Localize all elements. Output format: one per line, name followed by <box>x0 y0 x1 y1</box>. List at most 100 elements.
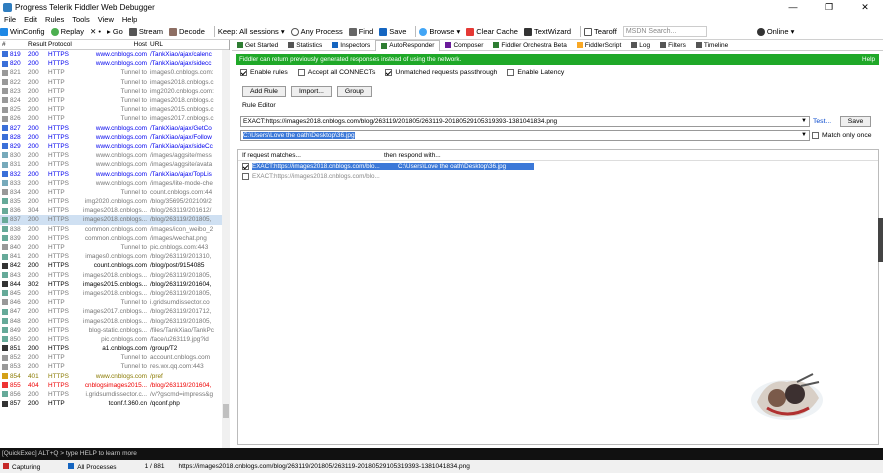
group-button[interactable]: Group <box>336 86 372 97</box>
add-rule-button[interactable]: Add Rule <box>242 86 286 97</box>
online-button[interactable]: Online ▾ <box>756 27 794 36</box>
tab-filters[interactable]: Filters <box>655 40 691 51</box>
session-row[interactable]: 843 200 HTTPS images2018.cnblogs.../blog/26… <box>0 271 229 280</box>
maximize-button[interactable]: ❐ <box>811 0 847 14</box>
capturing-indicator[interactable]: Capturing <box>3 462 54 471</box>
import-button[interactable]: Import... <box>290 86 332 97</box>
option-checkbox[interactable]: Unmatched requests passthrough <box>385 69 497 76</box>
help-link[interactable]: Help <box>862 54 875 65</box>
session-row[interactable]: 855 404 HTTPS cnblogsimages2015.../blog/263… <box>0 381 229 390</box>
header-match[interactable]: If request matches... <box>238 152 384 159</box>
tab-composer[interactable]: Composer <box>440 40 488 51</box>
tab-inspectors[interactable]: Inspectors <box>327 40 375 51</box>
session-row[interactable]: 824 200 HTTP Tunnel to images2018.cnblogs.c <box>0 96 229 105</box>
option-checkbox[interactable]: Enable Latency <box>507 69 564 76</box>
col-header-result[interactable]: Result <box>28 41 48 48</box>
session-row[interactable]: 847 200 HTTPS images2017.cnblogs.../blog/26… <box>0 307 229 316</box>
session-row[interactable]: 830 200 HTTPS www.cnblogs.com/images/aggsit… <box>0 151 229 160</box>
tab-timeline[interactable]: Timeline <box>691 40 733 51</box>
session-row[interactable]: 825 200 HTTP Tunnel to images2015.cnblogs.c <box>0 105 229 114</box>
session-row[interactable]: 822 200 HTTP Tunnel to images2018.cnblogs.c <box>0 78 229 87</box>
session-row[interactable]: 845 200 HTTPS images2018.cnblogs.../blog/26… <box>0 289 229 298</box>
match-only-once-checkbox[interactable]: Match only once <box>812 132 872 139</box>
tab-statistics[interactable]: Statistics <box>283 40 327 51</box>
session-row[interactable]: 850 200 HTTPS pic.cnblogs.com/face/u263119.… <box>0 335 229 344</box>
session-row[interactable]: 856 200 HTTPS i.gridsumdissector.c.../v/?gs… <box>0 390 229 399</box>
test-link[interactable]: Test... <box>813 118 831 125</box>
session-row[interactable]: 841 200 HTTPS images0.cnblogs.com/blog/2631… <box>0 252 229 261</box>
col-header-url[interactable]: URL <box>150 41 220 48</box>
session-row[interactable]: 844 302 HTTPS images2015.cnblogs.../blog/26… <box>0 280 229 289</box>
menu-rules[interactable]: Rules <box>45 15 64 24</box>
find-button[interactable]: Find <box>348 27 373 36</box>
textwizard-button[interactable]: TextWizard <box>523 27 571 36</box>
session-row[interactable]: 848 200 HTTPS images2018.cnblogs.../blog/26… <box>0 316 229 325</box>
chevron-down-icon[interactable]: ▼ <box>801 131 807 140</box>
session-row[interactable]: 819 200 HTTPS www.cnblogs.com/TankXiao/ajax… <box>0 50 229 59</box>
minimize-button[interactable]: — <box>775 0 811 14</box>
stream-button[interactable]: Stream <box>128 27 163 36</box>
decode-button[interactable]: Decode <box>169 27 205 36</box>
chevron-down-icon[interactable]: ▼ <box>801 117 807 126</box>
quickexec-input[interactable]: [QuickExec] ALT+Q > type HELP to learn m… <box>0 448 883 460</box>
session-row[interactable]: 836 304 HTTPS images2018.cnblogs.../blog/26… <box>0 206 229 215</box>
session-row[interactable]: 846 200 HTTP Tunnel to i.gridsumdissector.co <box>0 298 229 307</box>
session-row[interactable]: 826 200 HTTP Tunnel to images2017.cnblogs.c <box>0 114 229 123</box>
remove-button[interactable]: ✕ • <box>90 27 101 36</box>
header-respond[interactable]: then respond with... <box>384 152 524 159</box>
save-rule-button[interactable]: Save <box>840 116 871 127</box>
session-row[interactable]: 838 200 HTTPS common.cnblogs.com/images/ico… <box>0 225 229 234</box>
col-header-protocol[interactable]: Protocol <box>48 41 78 48</box>
rule-row[interactable]: EXACT:https://images2018.cnblogs.com/blo… <box>238 171 878 181</box>
checkbox-box[interactable] <box>385 69 393 76</box>
session-row[interactable]: 832 200 HTTPS www.cnblogs.com/TankXiao/ajax… <box>0 169 229 178</box>
col-header-num[interactable]: # <box>0 41 28 48</box>
replay-button[interactable]: Replay <box>50 27 84 36</box>
session-row[interactable]: 857 200 HTTP tconf.f.360.cn/qconf.php <box>0 399 229 408</box>
session-row[interactable]: 821 200 HTTP Tunnel to images0.cnblogs.com: <box>0 68 229 77</box>
any-process-button[interactable]: Any Process <box>290 27 343 36</box>
tab-fiddlerscript[interactable]: FiddlerScript <box>572 40 626 51</box>
winconfig-button[interactable]: WinConfig <box>0 27 45 36</box>
option-checkbox[interactable]: Enable rules <box>240 69 288 76</box>
clear-cache-button[interactable]: Clear Cache <box>466 27 518 36</box>
session-row[interactable]: 831 200 HTTPS www.cnblogs.com/images/aggsit… <box>0 160 229 169</box>
go-button[interactable]: ▸ Go <box>107 27 123 36</box>
session-row[interactable]: 837 200 HTTPS images2018.cnblogs.../blog/26… <box>0 215 229 225</box>
option-checkbox[interactable]: Accept all CONNECTs <box>297 69 375 76</box>
session-row[interactable]: 829 200 HTTPS www.cnblogs.com/TankXiao/ajax… <box>0 142 229 151</box>
session-row[interactable]: 839 200 HTTPS common.cnblogs.com/images/wec… <box>0 234 229 243</box>
checkbox-box[interactable] <box>507 69 515 76</box>
session-row[interactable]: 840 200 HTTP Tunnel to pic.cnblogs.com:443 <box>0 243 229 252</box>
menu-tools[interactable]: Tools <box>72 15 90 24</box>
match-combobox[interactable]: EXACT:https://images2018.cnblogs.com/blo… <box>240 116 810 127</box>
msdn-search-input[interactable]: MSDN Search... <box>622 26 707 37</box>
session-row[interactable]: 835 200 HTTPS img2020.cnblogs.com/blog/3569… <box>0 197 229 206</box>
tab-fiddler-orchestra-beta[interactable]: Fiddler Orchestra Beta <box>488 40 571 51</box>
checkbox-box[interactable] <box>812 132 819 139</box>
session-row[interactable]: 827 200 HTTPS www.cnblogs.com/TankXiao/ajax… <box>0 124 229 133</box>
session-row[interactable]: 833 200 HTTPS www.cnblogs.com/images/lite-m… <box>0 179 229 188</box>
menu-file[interactable]: File <box>4 15 16 24</box>
rule-row[interactable]: EXACT:https://images2018.cnblogs.com/blo… <box>238 161 878 171</box>
scrollbar-thumb[interactable] <box>223 404 229 418</box>
respond-combobox[interactable]: C:\Users\Love the oath\Desktop\36.jpg ▼ <box>240 130 810 141</box>
session-row[interactable]: 853 200 HTTP Tunnel to res.wx.qq.com:443 <box>0 362 229 371</box>
sessions-scrollbar[interactable] <box>222 50 230 448</box>
session-row[interactable]: 828 200 HTTPS www.cnblogs.com/TankXiao/ajax… <box>0 133 229 142</box>
browse-button[interactable]: Browse ▾ <box>419 27 460 36</box>
session-row[interactable]: 823 200 HTTP Tunnel to img2020.cnblogs.com: <box>0 87 229 96</box>
checkbox-box[interactable] <box>240 69 247 76</box>
keep-sessions-dropdown[interactable]: Keep: All sessions ▾ <box>218 27 285 36</box>
rule-enabled-checkbox[interactable] <box>242 162 249 170</box>
menu-edit[interactable]: Edit <box>24 15 37 24</box>
session-row[interactable]: 851 200 HTTPS a1.cnblogs.com/group/T2 <box>0 344 229 353</box>
col-header-host[interactable]: Host <box>78 41 150 48</box>
menu-view[interactable]: View <box>98 15 114 24</box>
tab-get-started[interactable]: Get Started <box>232 40 283 51</box>
rule-enabled-checkbox[interactable] <box>242 172 249 180</box>
session-row[interactable]: 820 200 HTTPS www.cnblogs.com/TankXiao/ajax… <box>0 59 229 68</box>
session-row[interactable]: 854 401 HTTPS www.cnblogs.com/pref <box>0 372 229 381</box>
tab-log[interactable]: Log <box>626 40 655 51</box>
tearoff-button[interactable]: Tearoff <box>584 27 617 36</box>
